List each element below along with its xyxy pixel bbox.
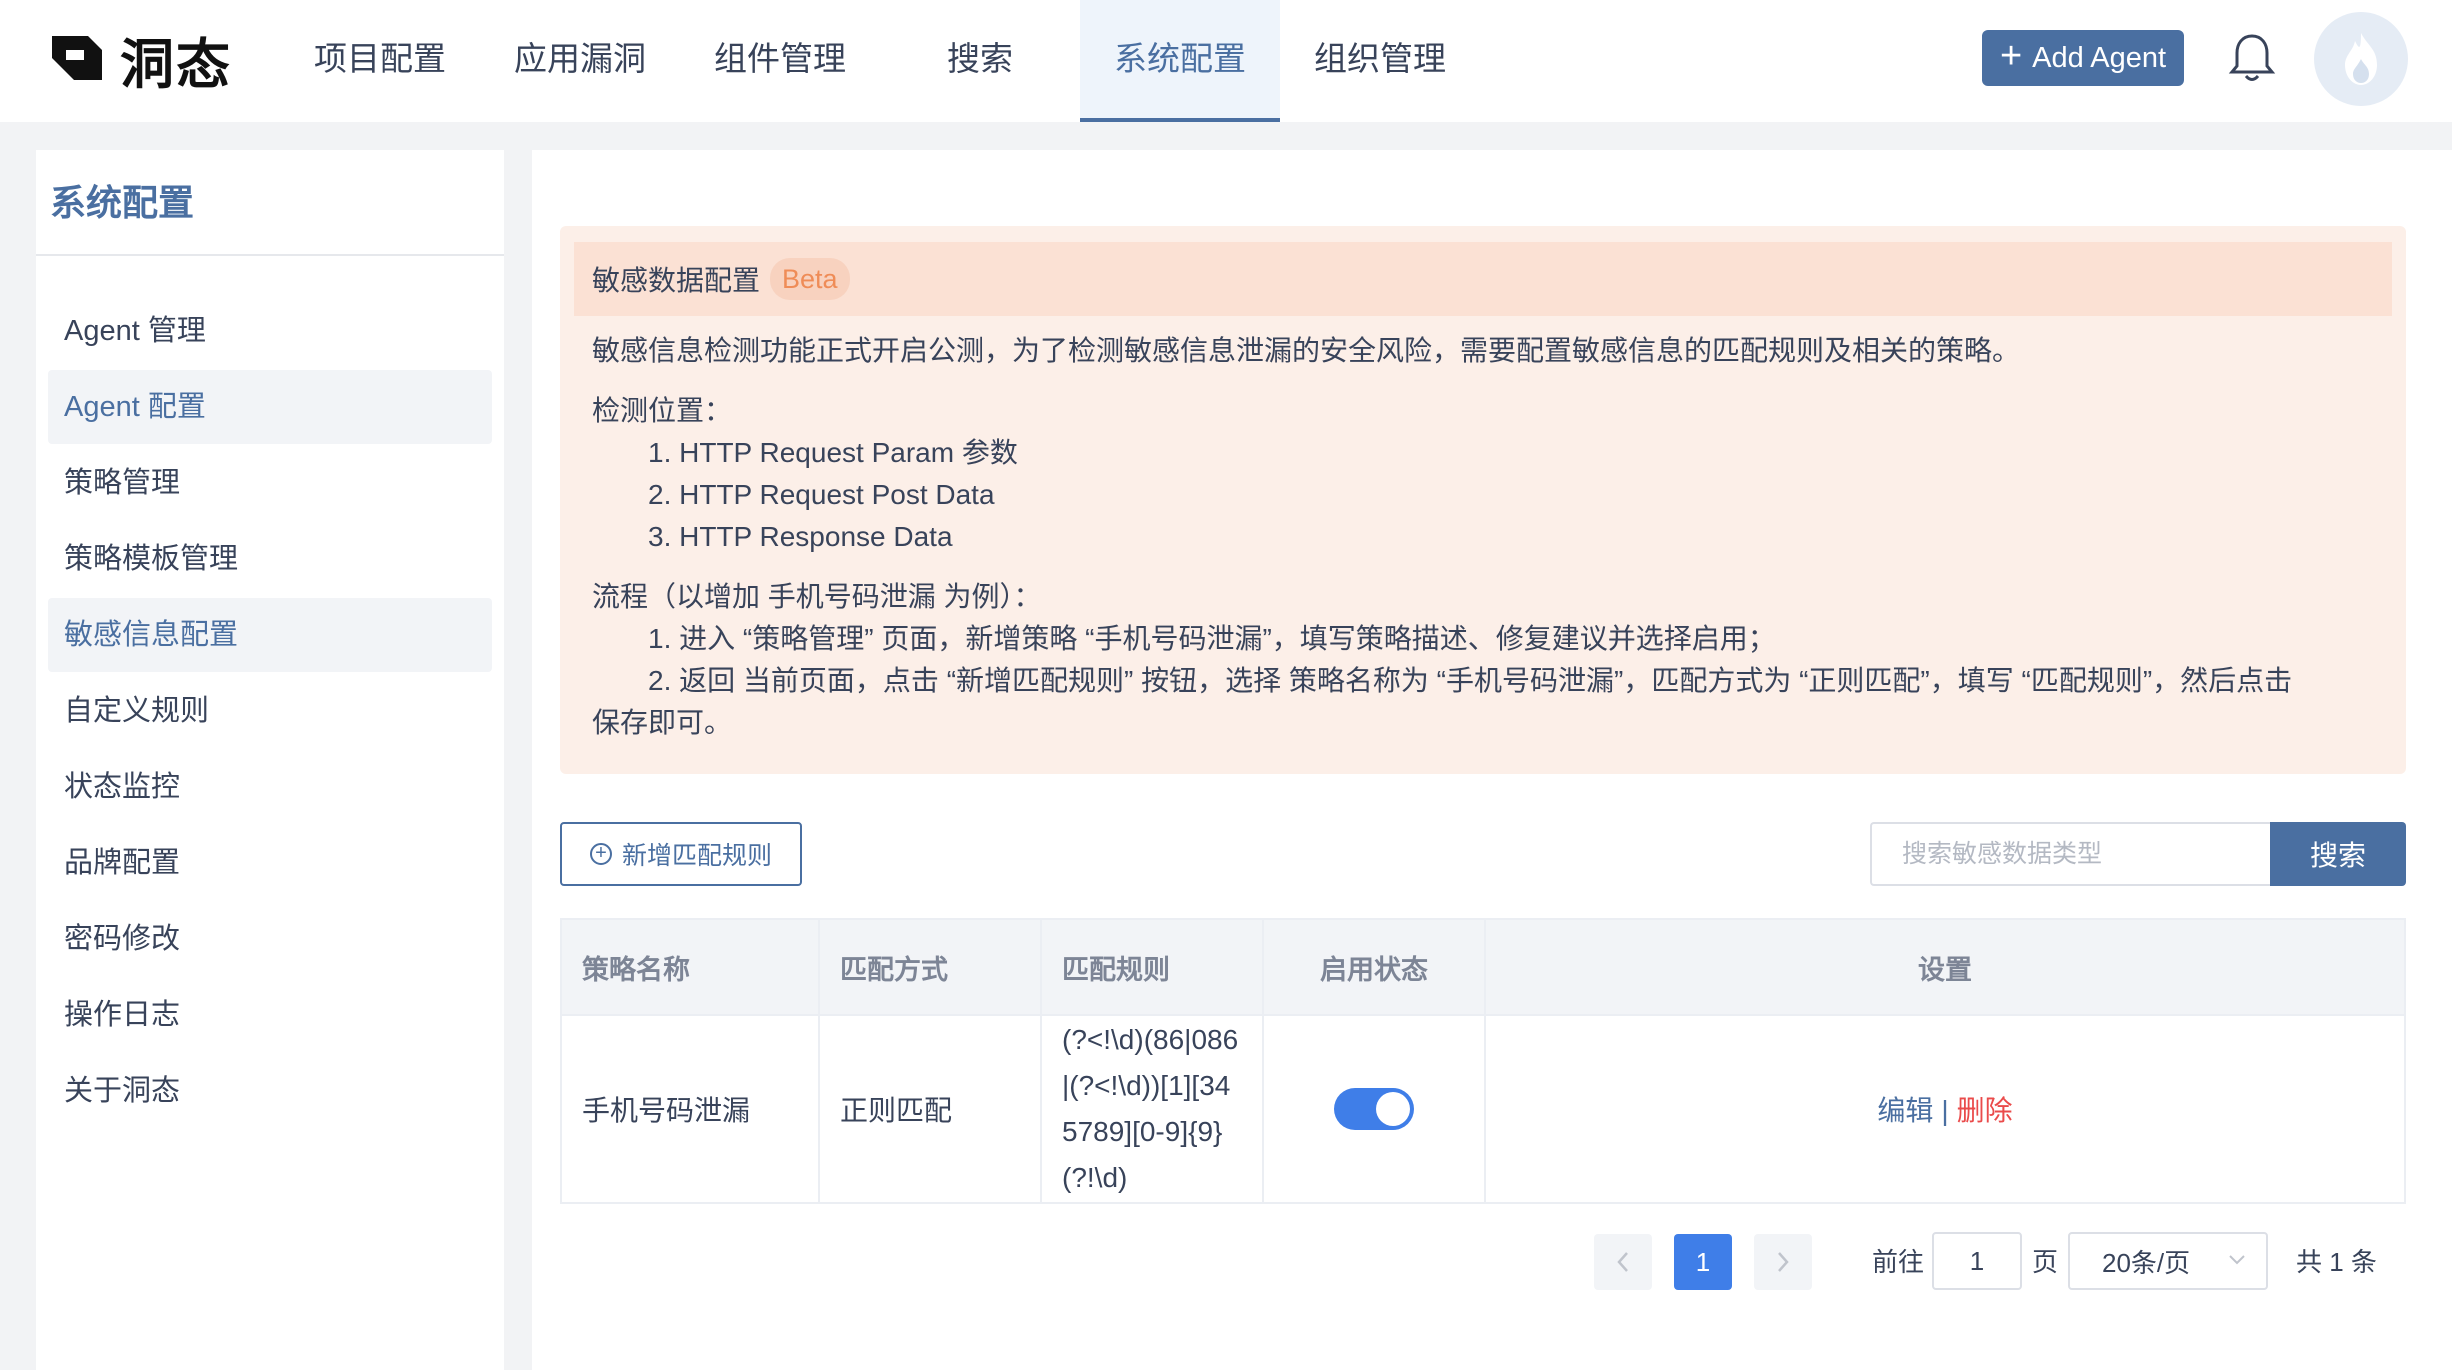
sidebar-item-operation-log[interactable]: 操作日志 [48,978,492,1052]
sidebar-item-password-change[interactable]: 密码修改 [48,902,492,976]
nav-item-app-vulns[interactable]: 应用漏洞 [480,0,680,122]
enabled-cell [1262,1014,1486,1204]
next-page-button[interactable] [1754,1234,1812,1290]
location-item: 3. HTTP Response Data [648,521,953,552]
flame-avatar-icon [2345,33,2377,85]
sensitive-data-notice: 敏感数据配置 Beta 敏感信息检测功能正式开启公测，为了检测敏感信息泄漏的安全… [560,226,2406,774]
column-header-match-method: 匹配方式 [818,918,1042,1016]
plus-icon: + [1999,35,2023,77]
nav-item-components[interactable]: 组件管理 [680,0,880,122]
sensitive-type-search-input[interactable] [1870,822,2270,886]
main-content: 敏感数据配置 Beta 敏感信息检测功能正式开启公测，为了检测敏感信息泄漏的安全… [532,150,2452,1370]
page-number-current[interactable]: 1 [1674,1234,1732,1290]
add-match-rule-button[interactable]: + 新增匹配规则 [560,822,802,886]
action-separator: | [1941,1095,1949,1126]
location-title: 检测位置： [592,395,733,426]
sidebar-item-policy-management[interactable]: 策略管理 [48,446,492,520]
notice-intro: 敏感信息检测功能正式开启公测，为了检测敏感信息泄漏的安全风险，需要配置敏感信息的… [592,335,2021,366]
sidebar-item-brand-config[interactable]: 品牌配置 [48,826,492,900]
nav-item-system-config[interactable]: 系统配置 [1080,0,1280,122]
sidebar-item-agent-management[interactable]: Agent 管理 [48,294,492,368]
column-header-enabled: 启用状态 [1262,918,1486,1016]
goto-page-input[interactable] [1932,1232,2022,1290]
flow-title: 流程（以增加 手机号码泄漏 为例）： [592,581,1042,612]
location-item: 2. HTTP Request Post Data [648,479,995,510]
main-nav: 项目配置 应用漏洞 组件管理 搜索 系统配置 组织管理 [280,0,1480,122]
brand-logo[interactable]: 洞态 [48,28,232,96]
logo-icon [52,36,102,80]
nav-item-project-config[interactable]: 项目配置 [280,0,480,122]
page-unit-label: 页 [2032,1247,2059,1277]
goto-label: 前往 [1872,1247,1925,1277]
flow-step: 1. 进入 “策略管理” 页面，新增策略 “手机号码泄漏”，填写策略描述、修复建… [648,623,1776,654]
plus-circle-icon: + [589,843,612,865]
location-item: 1. HTTP Request Param 参数 [648,437,1018,468]
sidebar-item-status-monitor[interactable]: 状态监控 [48,750,492,824]
column-header-settings: 设置 [1484,918,2406,1016]
match-rule-cell: (?<!\d)(86|086|(?<!\d))[1][345789][0-9]{… [1040,1014,1264,1204]
edit-link[interactable]: 编辑 [1877,1095,1933,1126]
table-row: 手机号码泄漏 正则匹配 (?<!\d)(86|086|(?<!\d))[1][3… [560,1014,2406,1204]
sidebar-item-sensitive-config[interactable]: 敏感信息配置 [48,598,492,672]
brand-name: 洞态 [120,32,232,96]
delete-link[interactable]: 删除 [1957,1095,2013,1126]
beta-badge: Beta [770,258,850,300]
sidebar-item-custom-rules[interactable]: 自定义规则 [48,674,492,748]
rules-table: 策略名称 匹配方式 匹配规则 启用状态 设置 手机号码泄漏 正则匹配 (?<!\… [560,918,2406,1204]
sidebar-item-agent-config[interactable]: Agent 配置 [48,370,492,444]
notice-body: 敏感信息检测功能正式开启公测，为了检测敏感信息泄漏的安全风险，需要配置敏感信息的… [592,330,2382,744]
sidebar-menu: Agent 管理 Agent 配置 策略管理 策略模板管理 敏感信息配置 自定义… [36,256,504,1128]
chevron-left-icon [1617,1252,1628,1272]
top-header: 洞态 项目配置 应用漏洞 组件管理 搜索 系统配置 组织管理 + Add Age… [0,0,2452,122]
sidebar: 系统配置 Agent 管理 Agent 配置 策略管理 策略模板管理 敏感信息配… [36,150,504,1370]
column-header-match-rule: 匹配规则 [1040,918,1264,1016]
search-button[interactable]: 搜索 [2270,822,2406,886]
page-size-select[interactable]: 20条/页 [2068,1232,2268,1290]
prev-page-button[interactable] [1594,1234,1652,1290]
total-count: 共 1 条 [2296,1247,2377,1277]
page-size-value: 20条/页 [2102,1247,2191,1278]
settings-cell: 编辑 | 删除 [1484,1014,2406,1204]
flow-step-tail: 保存即可。 [592,707,733,738]
nav-item-org-management[interactable]: 组织管理 [1280,0,1480,122]
notice-header: 敏感数据配置 Beta [574,242,2392,316]
chevron-down-icon [2229,1255,2245,1265]
notification-bell-icon[interactable] [2228,32,2276,84]
sidebar-item-policy-template[interactable]: 策略模板管理 [48,522,492,596]
add-agent-label: Add Agent [2032,41,2167,74]
enabled-toggle[interactable] [1334,1088,1414,1130]
policy-name-cell: 手机号码泄漏 [560,1014,820,1204]
sidebar-item-about[interactable]: 关于洞态 [48,1054,492,1128]
user-avatar[interactable] [2314,12,2408,106]
add-rule-label: 新增匹配规则 [621,842,772,870]
column-header-policy-name: 策略名称 [560,918,820,1016]
sidebar-title: 系统配置 [36,150,504,256]
chevron-right-icon [1778,1252,1789,1272]
notice-title: 敏感数据配置 [592,265,761,296]
toggle-knob [1376,1092,1410,1126]
add-agent-button[interactable]: + Add Agent [1982,30,2184,86]
match-method-cell: 正则匹配 [818,1014,1042,1204]
flow-step: 2. 返回 当前页面，点击 “新增匹配规则” 按钮，选择 策略名称为 “手机号码… [648,665,2293,696]
table-header-row: 策略名称 匹配方式 匹配规则 启用状态 设置 [560,918,2406,1016]
nav-item-search[interactable]: 搜索 [880,0,1080,122]
